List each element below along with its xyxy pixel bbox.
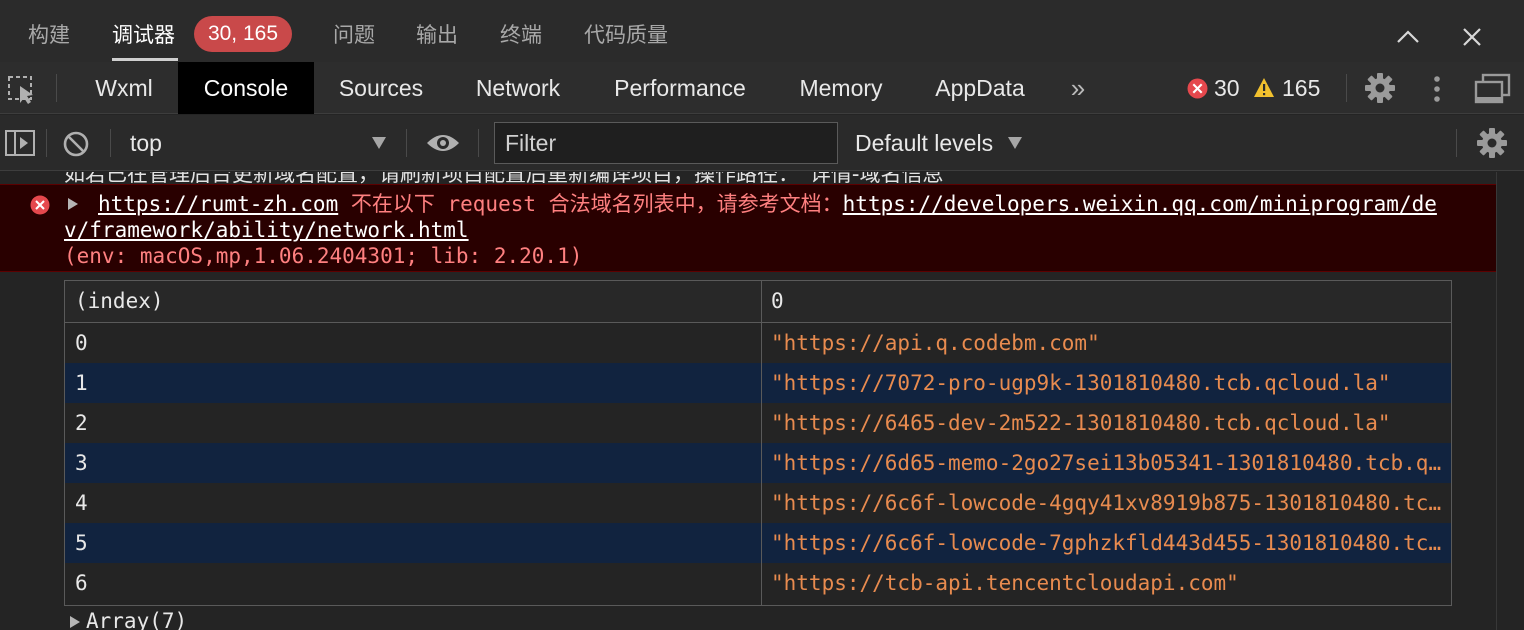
error-count[interactable]: 30 [1214, 62, 1240, 114]
error-text: https://rumt-zh.com 不在以下 request 合法域名列表中… [64, 191, 1454, 269]
chevron-down-icon[interactable] [1008, 137, 1022, 149]
settings-gear-icon[interactable] [1364, 72, 1396, 104]
tab-terminal[interactable]: 终端 [500, 20, 542, 50]
panel-tabbar: 构建 调试器 30, 165 问题 输出 终端 代码质量 [0, 0, 1524, 62]
tab-output[interactable]: 输出 [416, 20, 458, 50]
chevron-down-icon[interactable] [372, 137, 386, 149]
tab-debugger[interactable]: 调试器 [112, 20, 175, 50]
tab-appdata[interactable]: AppData [922, 62, 1038, 114]
console-error-message: https://rumt-zh.com 不在以下 request 合法域名列表中… [0, 184, 1496, 272]
dock-side-icon[interactable] [1474, 73, 1512, 105]
table-row: 5 "https://6c6f-lowcode-7gphzkfld443d455… [65, 523, 1451, 563]
clear-console-icon[interactable] [62, 130, 90, 158]
show-sidebar-icon[interactable] [4, 129, 36, 157]
inspect-element-icon[interactable] [6, 74, 38, 106]
tab-build[interactable]: 构建 [28, 20, 70, 50]
column-divider[interactable] [761, 281, 762, 605]
error-icon [30, 195, 50, 215]
console-settings-gear-icon[interactable] [1476, 127, 1508, 159]
row-index: 5 [75, 531, 88, 555]
tab-sources[interactable]: Sources [324, 62, 438, 114]
row-index: 6 [75, 571, 88, 595]
log-levels-dropdown[interactable]: Default levels [855, 115, 993, 171]
active-tab-indicator [112, 58, 178, 61]
debugger-count-badge: 30, 165 [194, 16, 292, 52]
row-index: 2 [75, 411, 88, 435]
table-header: (index) 0 [65, 281, 1451, 323]
table-row: 4 "https://6c6f-lowcode-4gqy41xv8919b875… [65, 483, 1451, 523]
error-message-text: 不在以下 request 合法域名列表中，请参考文档： [338, 192, 843, 216]
toolbar-divider [1346, 74, 1347, 102]
error-env-text: (env: macOS,mp,1.06.2404301; lib: 2.20.1… [64, 244, 583, 268]
warning-count[interactable]: 165 [1282, 62, 1320, 114]
toolbar-divider [56, 74, 57, 102]
error-count-icon [1187, 78, 1208, 99]
filter-input[interactable] [494, 122, 838, 164]
row-index: 3 [75, 451, 88, 475]
table-row: 1 "https://7072-pro-ugp9k-1301810480.tcb… [65, 363, 1451, 403]
devtools-tabbar: Wxml Console Sources Network Performance… [0, 62, 1524, 114]
tab-code-quality[interactable]: 代码质量 [584, 20, 668, 50]
array-summary[interactable]: Array(7) [86, 608, 187, 630]
row-index: 1 [75, 371, 88, 395]
live-expression-eye-icon[interactable] [426, 131, 460, 155]
tab-performance[interactable]: Performance [600, 62, 760, 114]
toolbar-divider [1456, 129, 1457, 157]
console-output[interactable]: 如若已在管理后台更新域名配置，请刷新项目配置后重新编译项目，操作路径：“详情-域… [0, 172, 1496, 630]
row-index: 0 [75, 331, 88, 355]
toolbar-divider [406, 129, 407, 157]
tab-issues[interactable]: 问题 [333, 20, 375, 50]
more-options-icon[interactable] [1424, 74, 1450, 104]
collapse-panel-icon[interactable] [1395, 24, 1421, 50]
row-value: "https://tcb-api.tencentcloudapi.com" [771, 571, 1239, 595]
console-toolbar: top Default levels [0, 115, 1524, 171]
toolbar-divider [478, 129, 479, 157]
column-header-value[interactable]: 0 [771, 281, 784, 321]
warning-count-icon [1254, 78, 1274, 97]
more-tabs-button[interactable]: » [1060, 62, 1096, 114]
row-value: "https://6c6f-lowcode-4gqy41xv8919b875-1… [771, 491, 1447, 515]
expand-triangle-icon[interactable] [70, 616, 80, 628]
table-row: 0 "https://api.q.codebm.com" [65, 323, 1451, 363]
column-header-index[interactable]: (index) [75, 281, 164, 321]
console-scrollbar[interactable] [1496, 172, 1524, 630]
context-selector[interactable]: top [130, 115, 162, 171]
console-table: (index) 0 0 "https://api.q.codebm.com" 1… [64, 280, 1452, 606]
tab-console[interactable]: Console [178, 62, 314, 114]
tab-wxml[interactable]: Wxml [78, 62, 170, 114]
row-value: "https://api.q.codebm.com" [771, 331, 1100, 355]
row-index: 4 [75, 491, 88, 515]
row-value: "https://6465-dev-2m522-1301810480.tcb.q… [771, 411, 1391, 435]
close-panel-icon[interactable] [1459, 24, 1485, 50]
table-row: 2 "https://6465-dev-2m522-1301810480.tcb… [65, 403, 1451, 443]
error-link-domain[interactable]: https://rumt-zh.com [98, 192, 338, 216]
toolbar-divider [110, 129, 111, 157]
table-row: 6 "https://tcb-api.tencentcloudapi.com" [65, 563, 1451, 603]
toolbar-divider [46, 129, 47, 157]
row-value: "https://7072-pro-ugp9k-1301810480.tcb.q… [771, 371, 1391, 395]
table-row: 3 "https://6d65-memo-2go27sei13b05341-13… [65, 443, 1451, 483]
row-value: "https://6c6f-lowcode-7gphzkfld443d455-1… [771, 531, 1447, 555]
tab-network[interactable]: Network [462, 62, 574, 114]
tab-memory[interactable]: Memory [786, 62, 896, 114]
devtools-window: 构建 调试器 30, 165 问题 输出 终端 代码质量 Wxml Consol… [0, 0, 1524, 630]
row-value: "https://6d65-memo-2go27sei13b05341-1301… [771, 451, 1447, 475]
